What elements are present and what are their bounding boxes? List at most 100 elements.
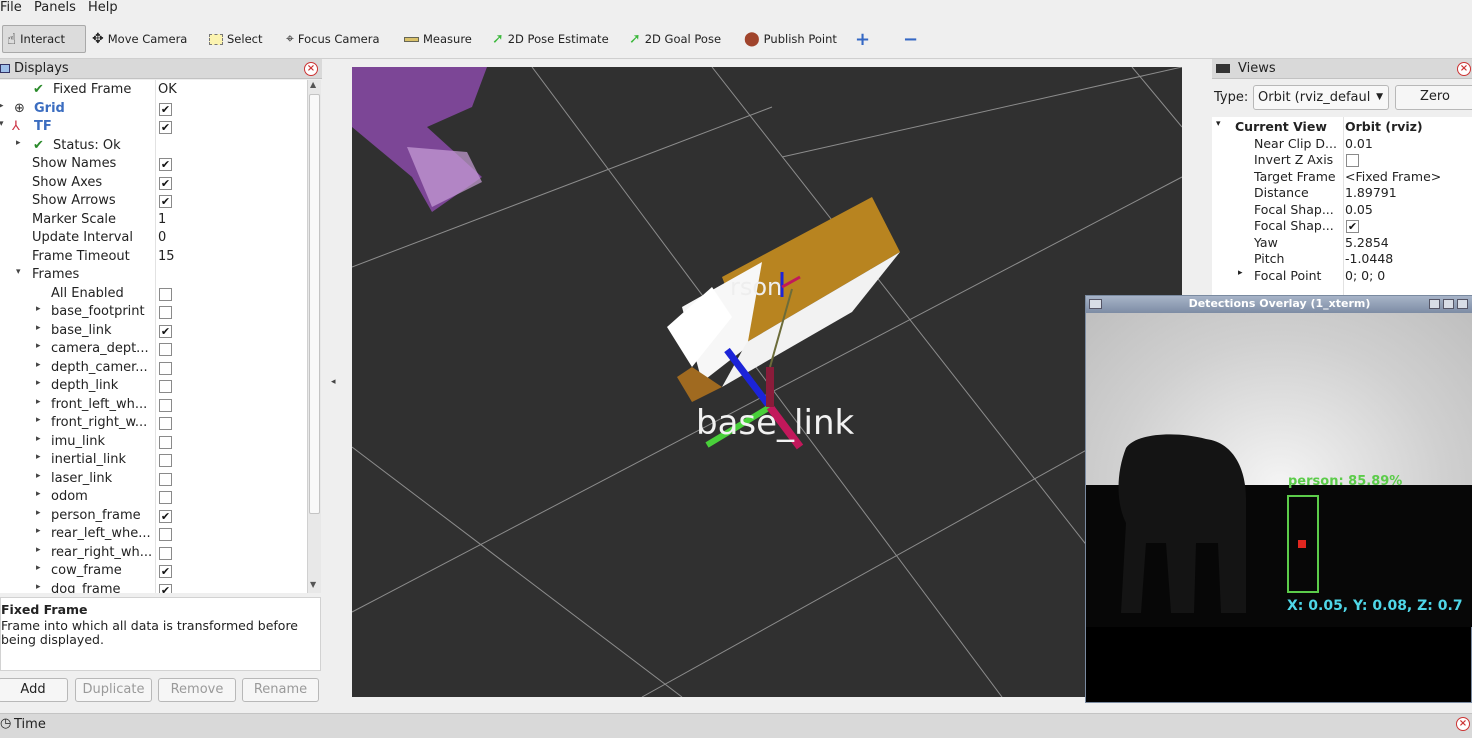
frame-checkbox[interactable] xyxy=(159,417,172,430)
expand-arrow-icon[interactable]: ▸ xyxy=(16,138,21,148)
expand-arrow-icon[interactable]: ▸ xyxy=(36,452,41,462)
expand-arrow-icon[interactable]: ▸ xyxy=(36,526,41,536)
close-icon[interactable]: × xyxy=(1457,62,1471,76)
frame-checkbox[interactable] xyxy=(159,472,172,486)
tree-row-all-enabled[interactable]: All Enabled xyxy=(0,285,306,304)
frame-checkbox[interactable]: ✔ xyxy=(159,324,172,338)
tree-row-show-arrows[interactable]: Show Arrows ✔ xyxy=(0,192,306,211)
view-row-current[interactable]: ▾ Current View Orbit (rviz) xyxy=(1212,119,1470,136)
expand-arrow-icon[interactable]: ▸ xyxy=(36,489,41,499)
menu-panels[interactable]: Panels xyxy=(34,0,76,15)
add-tool-plus-icon[interactable]: + xyxy=(851,25,874,53)
view-row[interactable]: Near Clip D... 0.01 xyxy=(1212,136,1470,153)
collapse-arrow-icon[interactable]: ▾ xyxy=(1216,119,1221,129)
duplicate-button[interactable]: Duplicate xyxy=(75,678,152,702)
expand-arrow-icon[interactable]: ▸ xyxy=(36,471,41,481)
displays-scrollbar[interactable]: ▲ ▼ xyxy=(307,80,321,593)
tree-row-frame[interactable]: ▸ imu_link xyxy=(0,433,306,452)
overlay-titlebar[interactable]: Detections Overlay (1_xterm) xyxy=(1086,296,1472,313)
render-viewport[interactable]: rson base_link xyxy=(352,67,1182,697)
view-row[interactable]: ▸ Focal Point 0; 0; 0 xyxy=(1212,268,1470,285)
close-icon[interactable]: × xyxy=(1456,717,1470,731)
tree-row-frame[interactable]: ▸ dog_frame ✔ xyxy=(0,581,306,593)
minimize-icon[interactable] xyxy=(1429,299,1440,309)
focal-shape-checkbox[interactable]: ✔ xyxy=(1346,220,1359,233)
tree-row-show-axes[interactable]: Show Axes ✔ xyxy=(0,174,306,193)
expand-arrow-icon[interactable]: ▸ xyxy=(36,563,41,573)
frame-checkbox[interactable] xyxy=(159,528,172,541)
expand-arrow-icon[interactable]: ▸ xyxy=(36,434,41,444)
tree-row-marker-scale[interactable]: Marker Scale 1 xyxy=(0,211,306,230)
add-button[interactable]: Add xyxy=(0,678,68,702)
menu-file[interactable]: File xyxy=(0,0,22,15)
goal-pose-tool-button[interactable]: ➚ 2D Goal Pose xyxy=(625,25,725,53)
tree-row-frame[interactable]: ▸ front_right_w... xyxy=(0,414,306,433)
frame-checkbox[interactable] xyxy=(159,491,172,504)
tree-row-frame[interactable]: ▸ base_link ✔ xyxy=(0,322,306,341)
interact-tool-button[interactable]: ☝ Interact xyxy=(2,25,86,53)
expand-arrow-icon[interactable]: ▸ xyxy=(1238,268,1243,278)
expand-arrow-icon[interactable]: ▸ xyxy=(36,304,41,314)
rename-button[interactable]: Rename xyxy=(242,678,319,702)
zero-button[interactable]: Zero xyxy=(1395,85,1472,110)
tree-row-frame-timeout[interactable]: Frame Timeout 15 xyxy=(0,248,306,267)
close-icon[interactable] xyxy=(1457,299,1468,309)
expand-arrow-icon[interactable]: ▸ xyxy=(36,378,41,388)
view-row[interactable]: Yaw 5.2854 xyxy=(1212,235,1470,252)
scrollbar-thumb[interactable] xyxy=(309,94,320,514)
tree-row-frame[interactable]: ▸ cow_frame ✔ xyxy=(0,562,306,581)
show-arrows-checkbox[interactable]: ✔ xyxy=(159,195,172,208)
expand-arrow-icon[interactable]: ▸ xyxy=(36,323,41,333)
scroll-up-icon[interactable]: ▲ xyxy=(310,80,316,89)
view-row[interactable]: Pitch -1.0448 xyxy=(1212,251,1470,268)
detections-overlay-window[interactable]: Detections Overlay (1_xterm) person: 85.… xyxy=(1085,295,1472,703)
all-enabled-checkbox[interactable] xyxy=(159,287,172,301)
view-row[interactable]: Distance 1.89791 xyxy=(1212,185,1470,202)
frame-checkbox[interactable] xyxy=(159,435,172,449)
tree-row-frame[interactable]: ▸ depth_link xyxy=(0,377,306,396)
frame-checkbox[interactable]: ✔ xyxy=(159,583,172,593)
pose-estimate-tool-button[interactable]: ➚ 2D Pose Estimate xyxy=(488,25,613,53)
tree-row-frame[interactable]: ▸ rear_left_whe... xyxy=(0,525,306,544)
view-row[interactable]: Focal Shap... ✔ xyxy=(1212,218,1470,235)
frame-checkbox[interactable] xyxy=(159,306,172,319)
view-row[interactable]: Focal Shap... 0.05 xyxy=(1212,202,1470,219)
grid-checkbox[interactable]: ✔ xyxy=(159,102,172,116)
view-row[interactable]: Target Frame <Fixed Frame> xyxy=(1212,169,1470,186)
collapse-left-icon[interactable]: ◂ xyxy=(331,377,336,387)
tree-row-frame[interactable]: ▸ depth_camer... xyxy=(0,359,306,378)
tree-row-tf[interactable]: ▾ ⅄ TF ✔ xyxy=(0,118,306,137)
remove-tool-minus-icon[interactable]: − xyxy=(899,25,922,53)
menu-help[interactable]: Help xyxy=(88,0,118,15)
collapse-arrow-icon[interactable]: ▾ xyxy=(0,119,4,129)
tree-row-grid[interactable]: ▸ ⊕ Grid ✔ xyxy=(0,100,306,119)
frame-checkbox[interactable] xyxy=(159,546,172,560)
tree-row-show-names[interactable]: Show Names ✔ xyxy=(0,155,306,174)
expand-arrow-icon[interactable]: ▸ xyxy=(36,582,41,592)
tree-row-frame[interactable]: ▸ camera_dept... xyxy=(0,340,306,359)
tree-row-status[interactable]: ▸ ✔ Status: Ok xyxy=(0,137,306,156)
tree-row-frame[interactable]: ▸ inertial_link xyxy=(0,451,306,470)
tf-checkbox[interactable]: ✔ xyxy=(159,121,172,134)
measure-tool-button[interactable]: Measure xyxy=(400,25,476,53)
show-names-checkbox[interactable]: ✔ xyxy=(159,158,172,171)
invert-z-checkbox[interactable] xyxy=(1346,154,1359,167)
expand-arrow-icon[interactable]: ▸ xyxy=(36,360,41,370)
move-camera-tool-button[interactable]: ✥ Move Camera xyxy=(88,25,191,53)
view-row[interactable]: Invert Z Axis xyxy=(1212,152,1470,169)
expand-arrow-icon[interactable]: ▸ xyxy=(36,508,41,518)
frame-checkbox[interactable] xyxy=(159,380,172,393)
frame-checkbox[interactable] xyxy=(159,454,172,467)
expand-arrow-icon[interactable]: ▸ xyxy=(36,341,41,351)
select-tool-button[interactable]: Select xyxy=(205,25,266,53)
tree-row-frame[interactable]: ▸ front_left_wh... xyxy=(0,396,306,415)
show-axes-checkbox[interactable]: ✔ xyxy=(159,176,172,190)
tree-row-frame[interactable]: ▸ rear_right_wh... xyxy=(0,544,306,563)
expand-arrow-icon[interactable]: ▸ xyxy=(0,101,4,111)
publish-point-tool-button[interactable]: ⬤ Publish Point xyxy=(740,25,841,53)
tree-row-frame[interactable]: ▸ odom xyxy=(0,488,306,507)
scroll-down-icon[interactable]: ▼ xyxy=(310,580,316,589)
expand-arrow-icon[interactable]: ▸ xyxy=(36,545,41,555)
tree-row-frames[interactable]: ▾ Frames xyxy=(0,266,306,285)
frame-checkbox[interactable] xyxy=(159,343,172,356)
